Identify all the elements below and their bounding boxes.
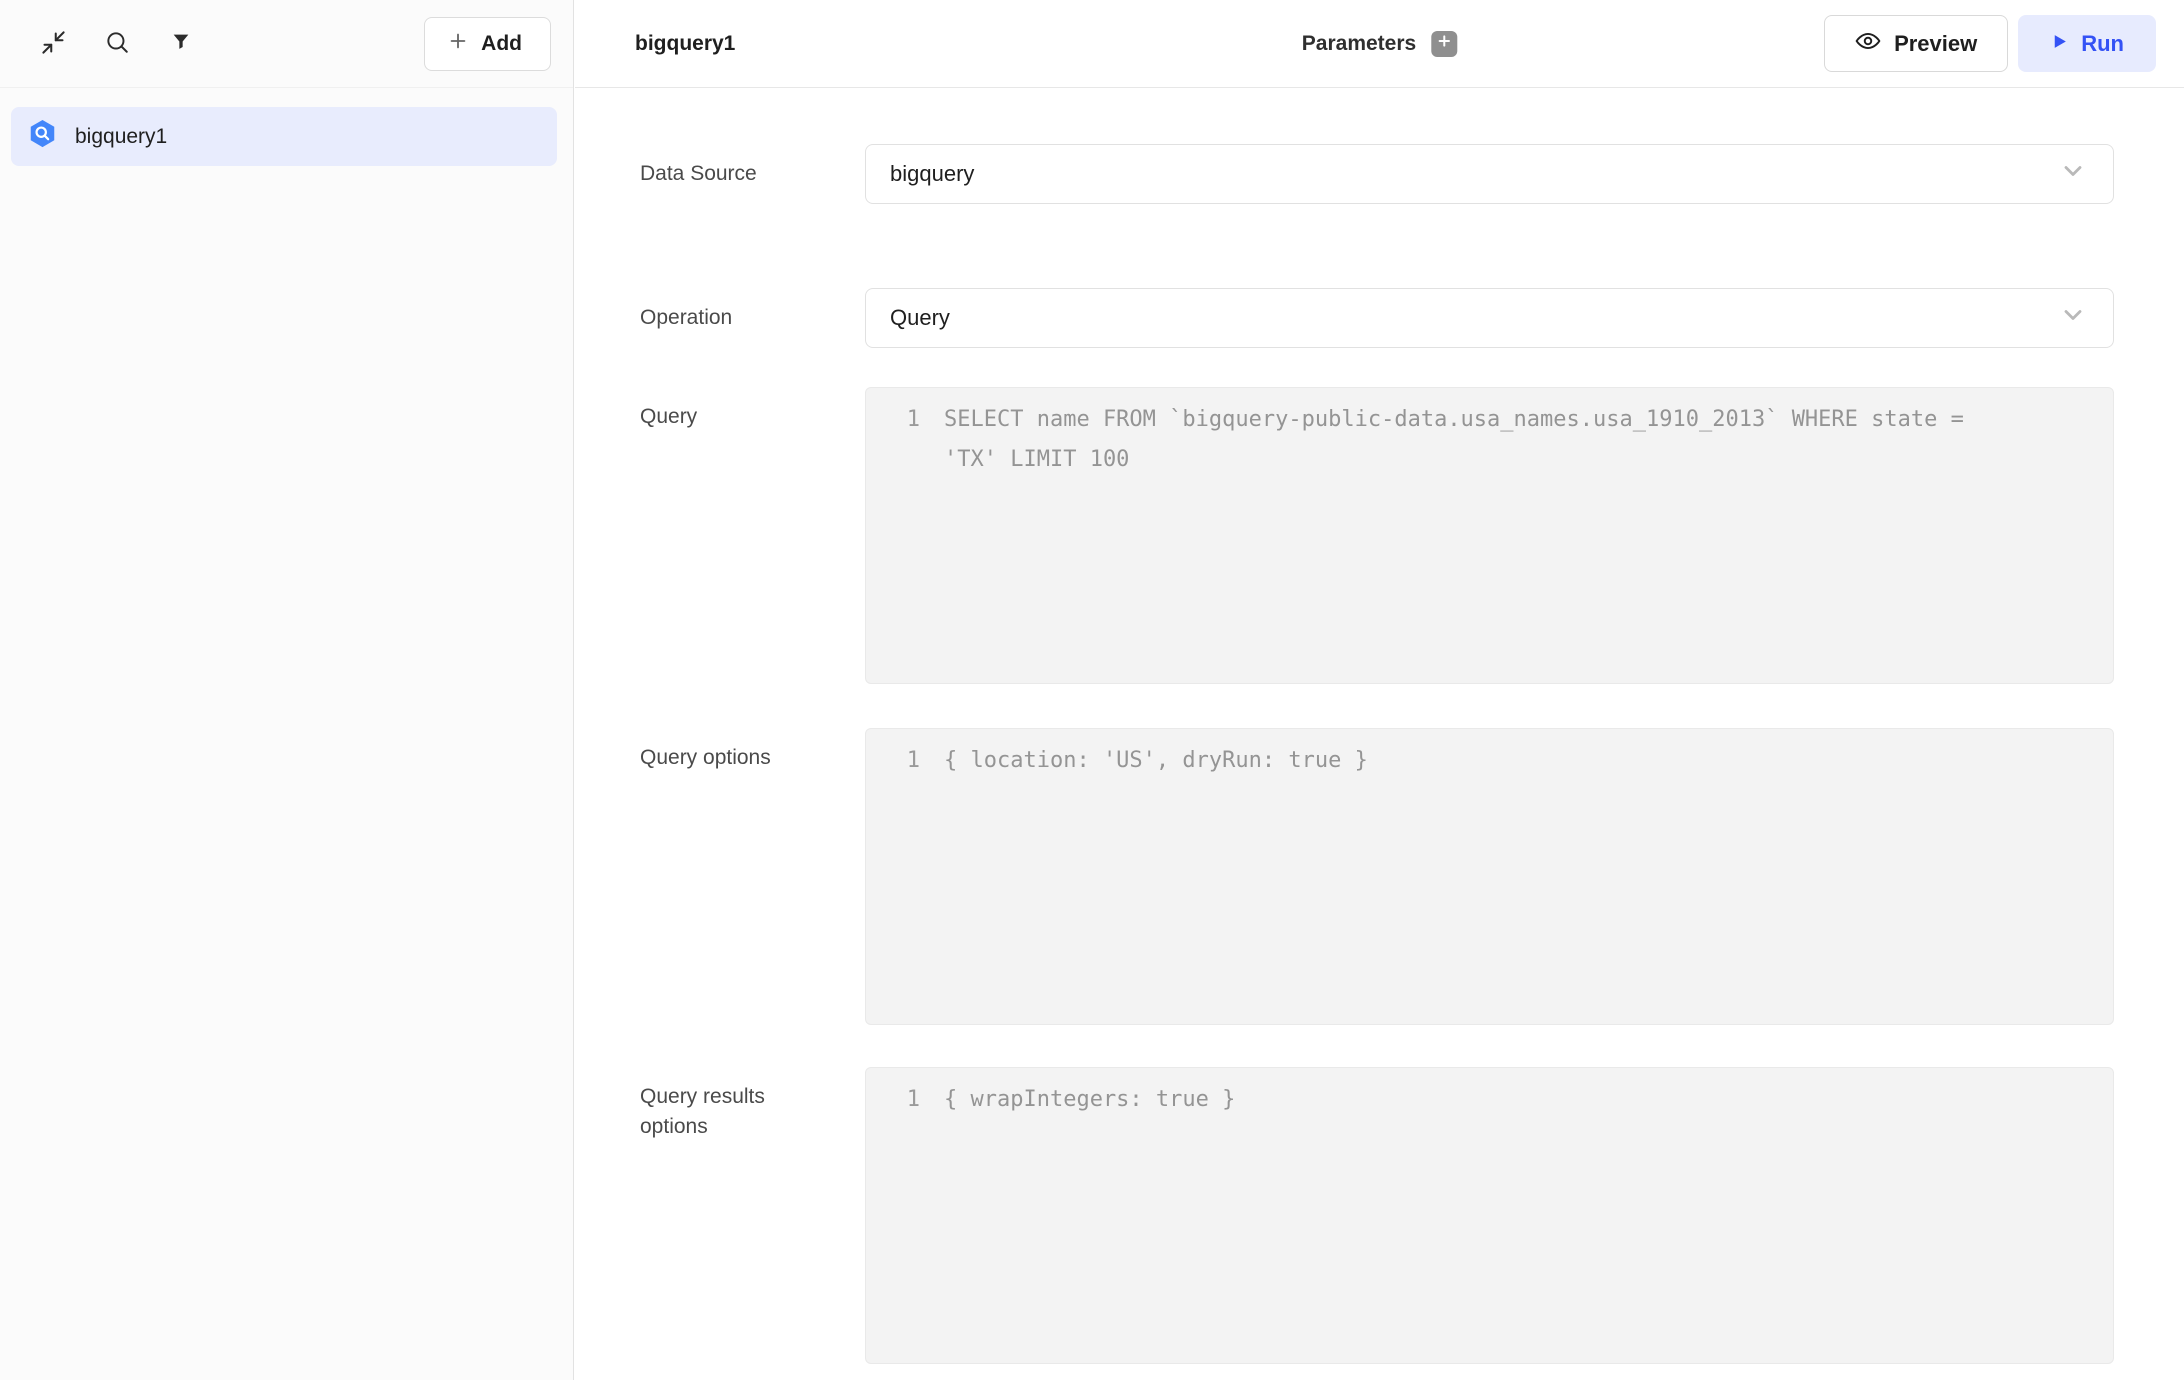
line-number: 1 [866,1080,944,1120]
search-button[interactable] [94,21,140,67]
operation-value: Query [890,305,950,331]
chevron-down-icon [2059,301,2087,335]
query-code-editor[interactable]: 1 SELECT name FROM `bigquery-public-data… [865,387,2114,684]
data-source-select[interactable]: bigquery [865,144,2114,204]
query-form: Data Source bigquery Operation Query [575,88,2184,1364]
query-list: bigquery1 [0,88,573,166]
plus-icon [447,30,469,58]
sidebar-item-bigquery1[interactable]: bigquery1 [11,107,557,166]
query-results-options-row: Query results options 1 { wrapIntegers: … [640,1067,2114,1364]
query-results-options-label: Query results options [640,1067,865,1143]
data-source-value: bigquery [890,161,974,187]
bigquery-icon [27,118,58,155]
line-number: 1 [866,400,944,440]
parameters-label: Parameters [1302,32,1416,56]
query-placeholder-text: SELECT name FROM `bigquery-public-data.u… [944,400,2004,480]
search-icon [104,29,130,58]
run-button-label: Run [2081,31,2124,57]
query-options-code-editor[interactable]: 1 { location: 'US', dryRun: true } [865,728,2114,1025]
filter-button[interactable] [158,21,204,67]
page-title: bigquery1 [635,32,735,56]
sidebar: Add bigquery1 [0,0,574,1380]
query-options-placeholder-text: { location: 'US', dryRun: true } [944,741,2004,781]
preview-button-label: Preview [1894,31,1977,57]
operation-row: Operation Query [640,288,2114,348]
query-results-options-placeholder-text: { wrapIntegers: true } [944,1080,2004,1120]
run-button[interactable]: Run [2018,15,2156,72]
plus-icon [1436,33,1452,54]
operation-select[interactable]: Query [865,288,2114,348]
line-number: 1 [866,741,944,781]
data-source-label: Data Source [640,144,865,189]
header-actions: Preview Run [1824,15,2156,72]
sidebar-item-label: bigquery1 [75,125,167,149]
add-button-label: Add [481,32,522,56]
main-header: bigquery1 Parameters Preview [575,0,2184,88]
main-panel: bigquery1 Parameters Preview [575,0,2184,1380]
eye-icon [1855,28,1881,60]
chevron-down-icon [2059,157,2087,191]
query-options-row: Query options 1 { location: 'US', dryRun… [640,728,2114,1025]
preview-button[interactable]: Preview [1824,15,2008,72]
collapse-icon [40,29,67,59]
play-icon [2050,31,2069,57]
sidebar-topbar: Add [0,0,573,88]
add-parameter-button[interactable] [1431,31,1457,57]
parameters-section: Parameters [1302,31,1457,57]
data-source-row: Data Source bigquery [640,144,2114,204]
query-label: Query [640,387,865,432]
collapse-panel-button[interactable] [30,21,76,67]
operation-label: Operation [640,288,865,333]
query-row: Query 1 SELECT name FROM `bigquery-publi… [640,387,2114,684]
query-options-label: Query options [640,728,865,773]
query-results-options-code-editor[interactable]: 1 { wrapIntegers: true } [865,1067,2114,1364]
filter-icon [170,31,192,56]
add-query-button[interactable]: Add [424,17,551,71]
